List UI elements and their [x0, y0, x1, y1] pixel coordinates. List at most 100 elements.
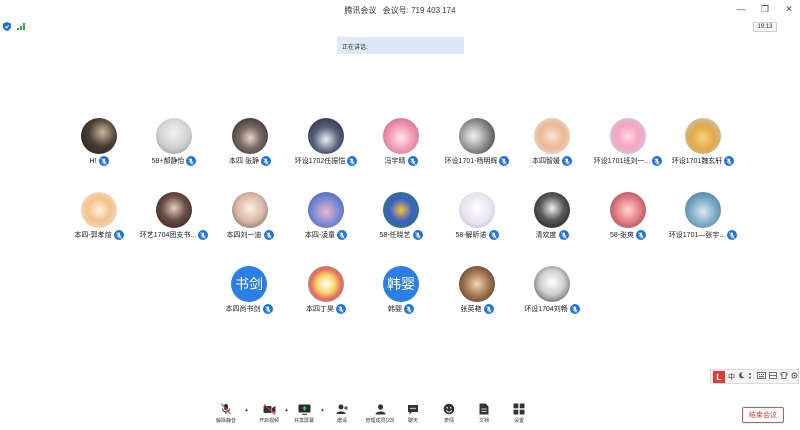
- participant-name: 环设1701魏玄轩: [671, 158, 723, 165]
- mic-muted-icon: [404, 304, 414, 314]
- mic-muted-icon: [569, 304, 580, 314]
- ime-logo[interactable]: L: [713, 370, 725, 383]
- audio-options-caret[interactable]: ▲: [244, 407, 249, 413]
- participant-name: 环设1701班刘一...: [593, 158, 651, 165]
- ime-mode[interactable]: 中: [728, 372, 735, 382]
- reactions-button[interactable]: 表情: [432, 403, 466, 429]
- mic-muted-icon: [412, 230, 423, 240]
- mic-muted-icon: [407, 156, 418, 166]
- window-title: 腾讯会议 会议号: 719 403 174: [344, 5, 455, 16]
- avatar: [383, 118, 419, 154]
- avatar: [232, 192, 268, 228]
- manage-members-label: 管理成员(23): [365, 418, 395, 424]
- participant-name: 本四-凌童: [304, 232, 336, 239]
- skin-icon[interactable]: [769, 372, 777, 381]
- document-icon: [477, 403, 491, 415]
- avatar: [156, 118, 192, 154]
- participant-name: 环设1702任振恺: [294, 158, 346, 165]
- participant-name: 本四智媛: [532, 158, 560, 165]
- avatar: [610, 118, 646, 154]
- meeting-clock: 19:13: [753, 22, 777, 32]
- reactions-label: 表情: [443, 418, 454, 424]
- participant-name: 本四刘一迪: [226, 232, 262, 239]
- smile-icon: [442, 403, 456, 415]
- punctuation-icon[interactable]: [748, 372, 754, 381]
- participant-name-row: 环设1701—张宇...: [653, 230, 753, 240]
- participant-name: 本四-郭孝煊: [74, 232, 112, 239]
- mic-muted-icon: [558, 230, 569, 240]
- avatar: 韩婴: [383, 266, 419, 302]
- participant-tile[interactable]: 环设1701魏玄轩: [653, 118, 753, 174]
- participant-name: 张英艳: [460, 306, 482, 313]
- participant-name: 环艺1704团支书...: [139, 232, 197, 239]
- mic-muted-icon: [98, 156, 109, 166]
- meeting-id-label: 会议号:: [382, 5, 409, 15]
- avatar: [534, 266, 570, 302]
- participant-name-row: 环设1704刘畅: [502, 304, 602, 314]
- avatar: [534, 192, 570, 228]
- avatar: [81, 118, 117, 154]
- chat-label: 聊天: [407, 418, 418, 424]
- mic-muted-icon: [113, 230, 124, 240]
- minimize-button[interactable]: —: [736, 4, 746, 14]
- settings-label: 设置: [513, 418, 524, 424]
- mic-muted-icon: [262, 304, 273, 314]
- manage-members-button[interactable]: 管理成员(23): [360, 403, 400, 429]
- signal-icon[interactable]: [17, 23, 26, 32]
- participant-tile[interactable]: 环设1701—张宇...: [653, 192, 753, 248]
- start-video-button[interactable]: 开启视频: [252, 403, 286, 429]
- restore-button[interactable]: ❐: [760, 4, 770, 14]
- status-indicators: [3, 22, 26, 33]
- avatar: 书剑: [231, 266, 267, 302]
- unmute-button[interactable]: 解除静音: [209, 403, 243, 429]
- close-button[interactable]: ✕: [784, 4, 794, 14]
- documents-button[interactable]: 文档: [467, 403, 501, 429]
- participant-name-row: 环设1701魏玄轩: [653, 156, 753, 166]
- participant-name: 清欢度: [535, 232, 557, 239]
- participant-name: 本四尚书剑: [225, 306, 261, 313]
- end-meeting-button[interactable]: 结束会议: [742, 407, 784, 423]
- participant-name: 本四丁昊: [306, 306, 334, 313]
- shield-icon[interactable]: [3, 22, 11, 33]
- shirt-icon[interactable]: [779, 372, 789, 381]
- avatar: [308, 266, 344, 302]
- avatar: [308, 192, 344, 228]
- title-bar: 腾讯会议 会议号: 719 403 174 — ❐ ✕: [0, 0, 800, 20]
- mic-muted-icon: [636, 230, 647, 240]
- participant-name: 58-任晓艺: [379, 232, 411, 239]
- mic-muted-icon: [483, 304, 494, 314]
- participant-name: 环设1701-杨明辉: [444, 158, 498, 165]
- camera-off-icon: [262, 403, 276, 415]
- participant-tile[interactable]: 环设1704刘畅: [502, 266, 602, 322]
- avatar: [308, 118, 344, 154]
- mic-muted-icon: [727, 230, 738, 240]
- invite-label: 邀请: [336, 418, 347, 424]
- mic-muted-icon: [724, 156, 735, 166]
- mic-muted-icon: [260, 156, 271, 166]
- avatar: [156, 192, 192, 228]
- participant-name: 冯宇晴: [384, 158, 406, 165]
- participant-name: 环设1701—张宇...: [668, 232, 726, 239]
- chat-button[interactable]: 聊天: [396, 403, 430, 429]
- documents-label: 文档: [478, 418, 489, 424]
- ime-settings-icon[interactable]: [791, 372, 798, 381]
- mic-muted-icon: [219, 403, 233, 415]
- avatar: [383, 192, 419, 228]
- app-name: 腾讯会议: [344, 5, 377, 15]
- invite-button[interactable]: 邀请: [325, 403, 359, 429]
- invite-icon: [335, 403, 349, 415]
- share-screen-button[interactable]: 共享屏幕: [287, 403, 321, 429]
- avatar: [459, 192, 495, 228]
- unmute-label: 解除静音: [215, 418, 236, 424]
- avatar: [685, 118, 721, 154]
- moon-icon[interactable]: [738, 372, 745, 381]
- avatar: [685, 192, 721, 228]
- participant-name: 韩婴: [388, 306, 402, 313]
- participant-name: 58-张爽: [609, 232, 635, 239]
- speaking-indicator: 正在讲话:: [337, 37, 464, 54]
- participant-name: H!: [89, 157, 97, 165]
- keyboard-icon[interactable]: [757, 372, 766, 381]
- grid-settings-icon: [512, 403, 526, 415]
- mic-muted-icon: [562, 156, 572, 166]
- settings-button[interactable]: 设置: [502, 403, 536, 429]
